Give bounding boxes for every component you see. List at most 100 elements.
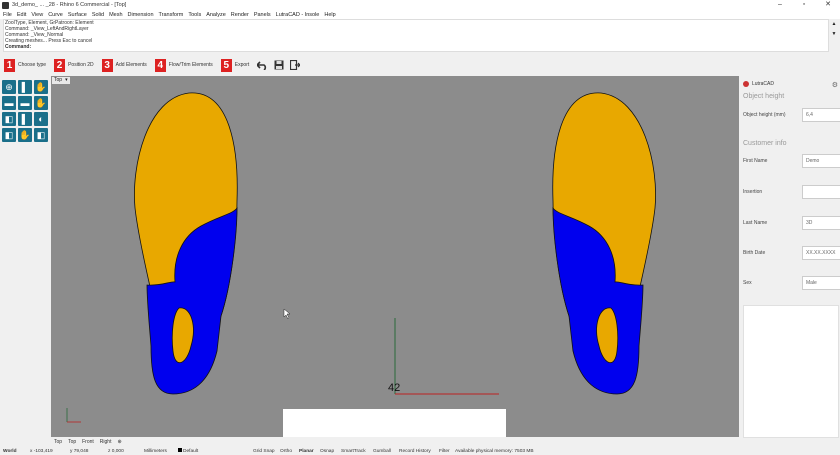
menu-curve[interactable]: Curve	[48, 12, 63, 18]
step-export-button[interactable]: 5 Export	[220, 58, 250, 72]
units[interactable]: Millimeters	[144, 449, 167, 454]
maximize-button[interactable]: ▫	[792, 0, 816, 10]
mirror-tool-icon[interactable]: ◧	[34, 128, 48, 142]
step-add-elements-button[interactable]: 3 Add Elements	[101, 58, 147, 72]
toggle-gumball[interactable]: Gumball	[373, 449, 391, 454]
panel-preview-area	[743, 305, 839, 438]
insertion-field[interactable]	[802, 185, 840, 199]
lutracad-panel: LutraCAD ⚙ Object height Object height (…	[739, 76, 840, 438]
last-name-row: Last Name 3D	[743, 216, 840, 230]
minimize-button[interactable]: –	[768, 0, 792, 10]
object-height-row: Object height (mm) 6,4	[743, 108, 840, 122]
overlay-panel	[283, 409, 506, 437]
command-scrollbar[interactable]: ▲ ▼	[830, 19, 838, 52]
step-position-2d-button[interactable]: 2 Position 2D	[54, 58, 94, 72]
sex-select[interactable]: Male	[802, 276, 840, 290]
window-title: 3d_demo_ ... _28 - Rhino 6 Commercial - …	[12, 2, 127, 8]
globe-tool-icon[interactable]: ⊕	[2, 80, 16, 94]
section-customer-info: Customer info	[743, 140, 787, 147]
top-viewport[interactable]: Top ▾ 42	[51, 76, 739, 437]
menu-panels[interactable]: Panels	[254, 12, 271, 18]
viewport-title-tab[interactable]: Top ▾	[52, 77, 70, 84]
menu-edit[interactable]: Edit	[17, 12, 26, 18]
menu-render[interactable]: Render	[231, 12, 249, 18]
lutracad-logo-icon	[743, 81, 749, 87]
tab-top-2[interactable]: Top	[68, 439, 76, 445]
tab-top[interactable]: Top	[54, 439, 62, 445]
toggle-grid-snap[interactable]: Grid Snap	[253, 449, 275, 454]
menu-bar: File Edit View Curve Surface Solid Mesh …	[0, 10, 840, 19]
coord-z: z 0,000	[108, 448, 124, 454]
toggle-planar[interactable]: Planar	[299, 449, 314, 454]
menu-solid[interactable]: Solid	[92, 12, 104, 18]
step-label: Export	[234, 62, 250, 68]
scroll-down-icon[interactable]: ▼	[830, 29, 838, 39]
toggle-filter[interactable]: Filter	[439, 449, 450, 454]
heel-tool-icon[interactable]: ▬	[18, 96, 32, 110]
panel-header: LutraCAD	[743, 81, 774, 87]
step-label: Position 2D	[68, 62, 94, 68]
birth-date-field[interactable]: XX.XX.XXXX	[802, 246, 840, 260]
mouse-cursor-icon	[283, 308, 291, 320]
left-insole[interactable]	[134, 92, 238, 395]
menu-transform[interactable]: Transform	[159, 12, 184, 18]
save-icon[interactable]	[273, 60, 284, 71]
first-name-field[interactable]: Demo	[802, 154, 840, 168]
menu-mesh[interactable]: Mesh	[109, 12, 122, 18]
tab-right[interactable]: Right	[100, 439, 112, 445]
menu-surface[interactable]: Surface	[68, 12, 87, 18]
sole-flat-tool-icon[interactable]: ▬	[2, 96, 16, 110]
status-bar: World x -103,419 y 79,048 z 0,000 Millim…	[0, 447, 840, 455]
tab-front[interactable]: Front	[82, 439, 94, 445]
command-prompt[interactable]: Command:	[4, 44, 828, 50]
viewport-tabs: Top Top Front Right ⊕	[51, 438, 739, 446]
menu-lutracad[interactable]: LutraCAD - Insole	[276, 12, 320, 18]
add-viewport-icon[interactable]: ⊕	[117, 439, 121, 445]
step-label: Flow/Trim Elements	[168, 62, 213, 68]
memory-status: Available physical memory: 7503 MB	[455, 448, 534, 454]
close-button[interactable]: ✕	[816, 0, 840, 10]
box-tool-icon[interactable]: ◧	[2, 112, 16, 126]
layer-indicator[interactable]: Default	[178, 448, 198, 454]
step-choose-type-button[interactable]: 1 Choose type	[4, 58, 46, 72]
right-insole[interactable]	[552, 92, 656, 395]
grip-tool-icon[interactable]: ✋	[34, 96, 48, 110]
sex-row: Sex Male	[743, 276, 840, 290]
command-history[interactable]: ZoolType, Element, GrPatroon: Element Co…	[3, 19, 829, 52]
settings-icon[interactable]: ⚙	[832, 81, 838, 89]
scroll-up-icon[interactable]: ▲	[830, 19, 838, 29]
undo-icon[interactable]	[257, 60, 268, 71]
exit-icon[interactable]	[289, 60, 300, 71]
first-name-row: First Name Demo	[743, 154, 840, 168]
layer-name: Default	[183, 449, 199, 454]
toggle-ortho[interactable]: Ortho	[280, 449, 292, 454]
object-height-field[interactable]: 6,4	[802, 108, 840, 122]
field-label: Last Name	[743, 220, 768, 226]
last-name-field[interactable]: 3D	[802, 216, 840, 230]
toggle-osnap[interactable]: Osnap	[320, 449, 334, 454]
pair-feet-tool-icon[interactable]: ✋	[18, 128, 32, 142]
menu-tools[interactable]: Tools	[188, 12, 201, 18]
menu-help[interactable]: Help	[324, 12, 335, 18]
menu-analyze[interactable]: Analyze	[206, 12, 226, 18]
menu-file[interactable]: File	[3, 12, 12, 18]
photo-tool-icon[interactable]: ◐	[34, 112, 48, 126]
toggle-record-history[interactable]: Record History	[399, 449, 431, 454]
chevron-down-icon[interactable]: ▾	[65, 77, 68, 84]
toggle-smarttrack[interactable]: SmartTrack	[341, 449, 366, 454]
cplane-indicator[interactable]: World	[3, 449, 17, 454]
foot-outline-tool-icon[interactable]: ▌	[18, 112, 32, 126]
foot-side-tool-icon[interactable]: ▌	[18, 80, 32, 94]
cube-tool-icon[interactable]: ◧	[2, 128, 16, 142]
coord-x: x -103,419	[30, 448, 53, 454]
field-label: Birth Date	[743, 250, 766, 256]
step-number-badge: 3	[101, 58, 113, 72]
menu-dimension[interactable]: Dimension	[128, 12, 154, 18]
workflow-toolbar: 1 Choose type 2 Position 2D 3 Add Elemen…	[0, 55, 840, 75]
viewport-name: Top	[54, 77, 63, 83]
insertion-row: Insertion	[743, 185, 840, 199]
step-flow-trim-button[interactable]: 4 Flow/Trim Elements	[154, 58, 213, 72]
menu-view[interactable]: View	[31, 12, 43, 18]
hand-tool-icon[interactable]: ✋	[34, 80, 48, 94]
step-label: Add Elements	[115, 62, 147, 68]
